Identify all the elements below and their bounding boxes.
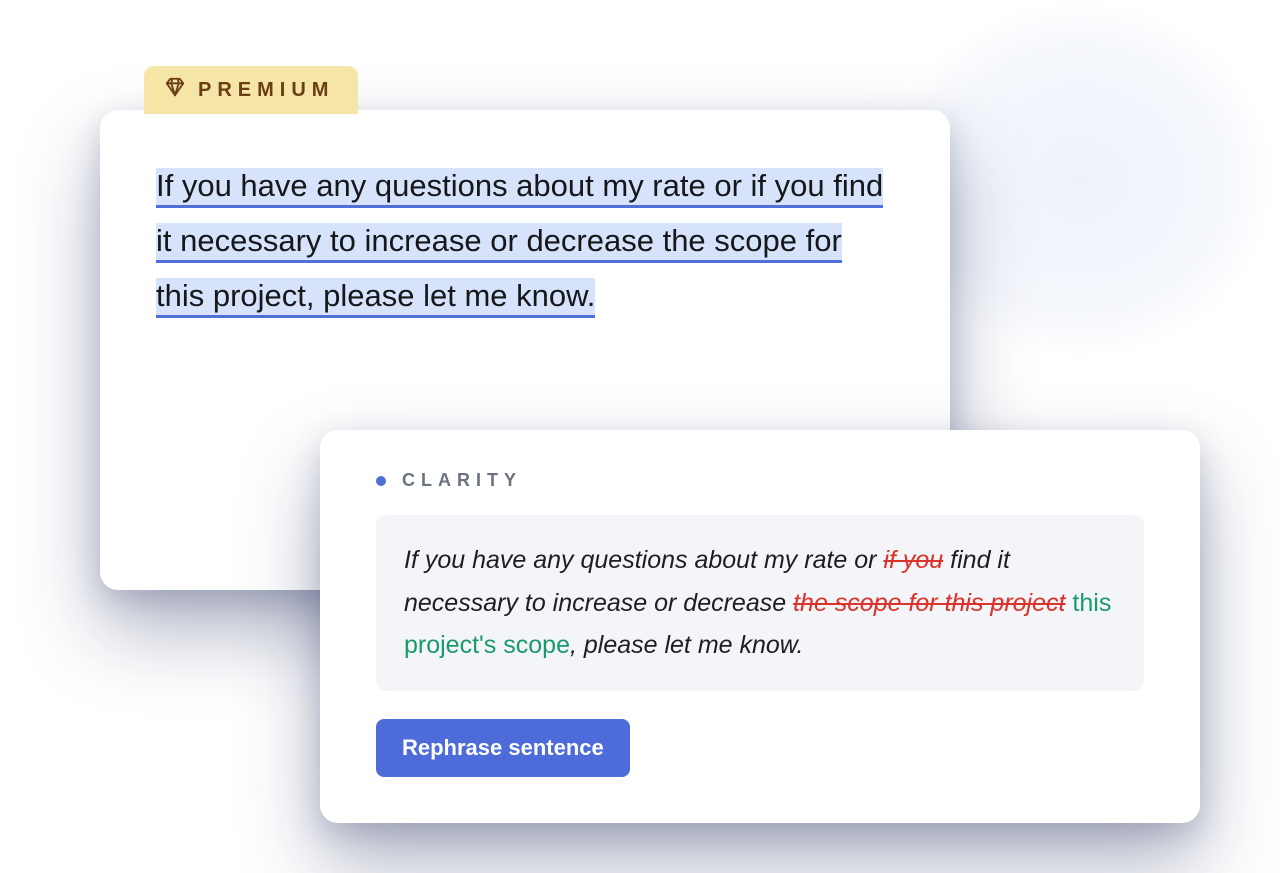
rephrase-button[interactable]: Rephrase sentence xyxy=(376,719,630,777)
diamond-icon xyxy=(164,76,186,104)
deleted-text: if you xyxy=(883,546,943,574)
suggestion-text: , please let me know. xyxy=(570,631,803,659)
deleted-text: the scope for this project xyxy=(793,589,1065,617)
suggestion-card: CLARITY If you have any questions about … xyxy=(320,430,1200,823)
premium-badge: PREMIUM xyxy=(144,66,358,114)
category-dot-icon xyxy=(376,476,386,486)
suggestion-body: If you have any questions about my rate … xyxy=(376,515,1144,691)
premium-badge-label: PREMIUM xyxy=(198,79,334,102)
highlighted-sentence[interactable]: If you have any questions about my rate … xyxy=(156,168,883,318)
suggestion-header: CLARITY xyxy=(376,470,1144,491)
suggestion-category-label: CLARITY xyxy=(402,470,522,491)
editor-text[interactable]: If you have any questions about my rate … xyxy=(156,158,894,324)
suggestion-text: If you have any questions about my rate … xyxy=(404,546,883,574)
